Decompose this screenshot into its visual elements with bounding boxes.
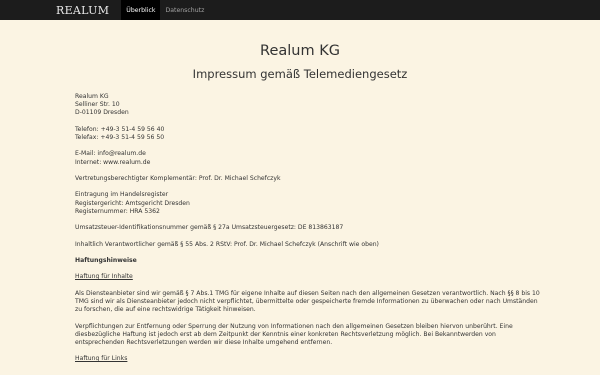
email[interactable]: E-Mail: info@realum.de	[75, 150, 543, 158]
links-liability-heading: Haftung für Links	[75, 355, 128, 363]
website[interactable]: Internet: www.realum.de	[75, 159, 543, 167]
liability-paragraph-1: Als Diensteanbieter sind wir gemäß § 7 A…	[75, 289, 540, 314]
city: D-01109 Dresden	[75, 109, 129, 117]
liability-heading: Haftungshinweise	[75, 256, 137, 264]
street: Selliner Str. 10	[75, 101, 120, 109]
nav-item-ueberblick[interactable]: Überblick	[121, 0, 161, 20]
imprint-text: Realum KG Selliner Str. 10 D-01109 Dresd…	[75, 93, 543, 372]
responsible-person: Inhaltlich Verantwortlicher gemäß § 55 A…	[75, 240, 379, 248]
vat-id: Umsatzsteuer-Identifikationsnummer gemäß…	[75, 224, 344, 232]
content-liability-heading: Haftung für Inhalte	[75, 273, 133, 281]
page-subtitle: Impressum gemäß Telemediengesetz	[192, 67, 408, 81]
brand-logo[interactable]: REALUM	[56, 0, 109, 20]
company-name: Realum KG	[75, 93, 109, 100]
phone: Telefon: +49-3 51-4 59 56 40	[75, 125, 165, 133]
page-title: Realum KG	[260, 43, 340, 59]
navbar: REALUM Überblick Datenschutz	[0, 0, 600, 20]
web-block: E-Mail: info@realum.de Internet: www.rea…	[75, 150, 543, 166]
register-line-2: Registergericht: Amtsgericht Dresden	[75, 199, 190, 207]
fax: Telefax: +49-3 51-4 59 56 50	[75, 134, 165, 141]
address-block: Realum KG Selliner Str. 10 D-01109 Dresd…	[75, 93, 543, 118]
register-block: Eintragung im Handelsregister Registerge…	[75, 191, 543, 216]
register-line-3: Registernummer: HRA 5362	[75, 207, 160, 215]
liability-paragraph-2: Verpflichtungen zur Entfernung oder Sper…	[75, 322, 513, 346]
nav-item-datenschutz[interactable]: Datenschutz	[160, 0, 209, 20]
register-line-1: Eintragung im Handelsregister	[75, 191, 169, 199]
phone-block: Telefon: +49-3 51-4 59 56 40 Telefax: +4…	[75, 126, 543, 142]
representative: Vertretungsberechtigter Komplementär: Pr…	[75, 174, 281, 182]
